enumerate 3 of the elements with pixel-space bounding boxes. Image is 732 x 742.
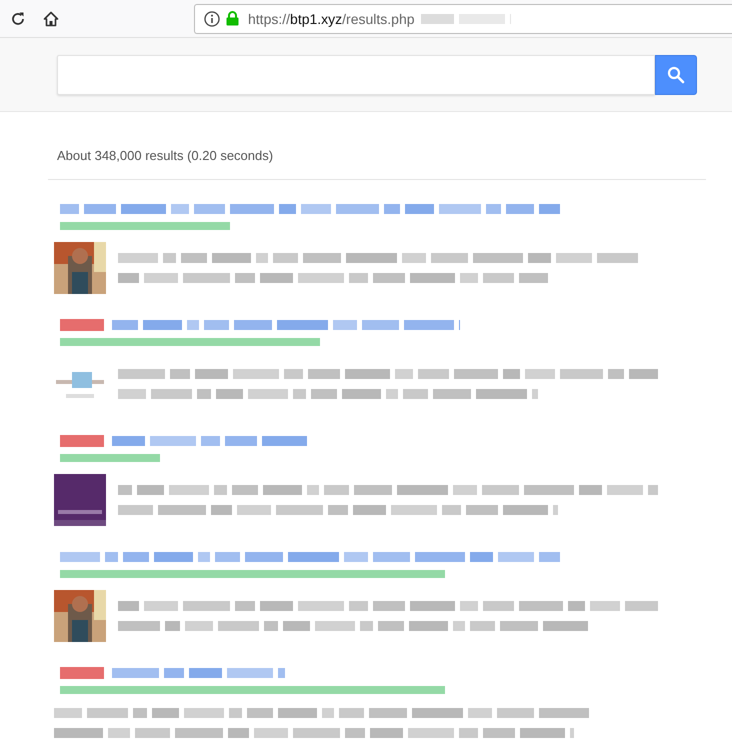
url-text: https://btp1.xyz/results.php [248, 10, 415, 26]
address-bar[interactable]: https://btp1.xyz/results.php [194, 4, 732, 34]
result-stats: About 348,000 results (0.20 seconds) [56, 148, 274, 163]
